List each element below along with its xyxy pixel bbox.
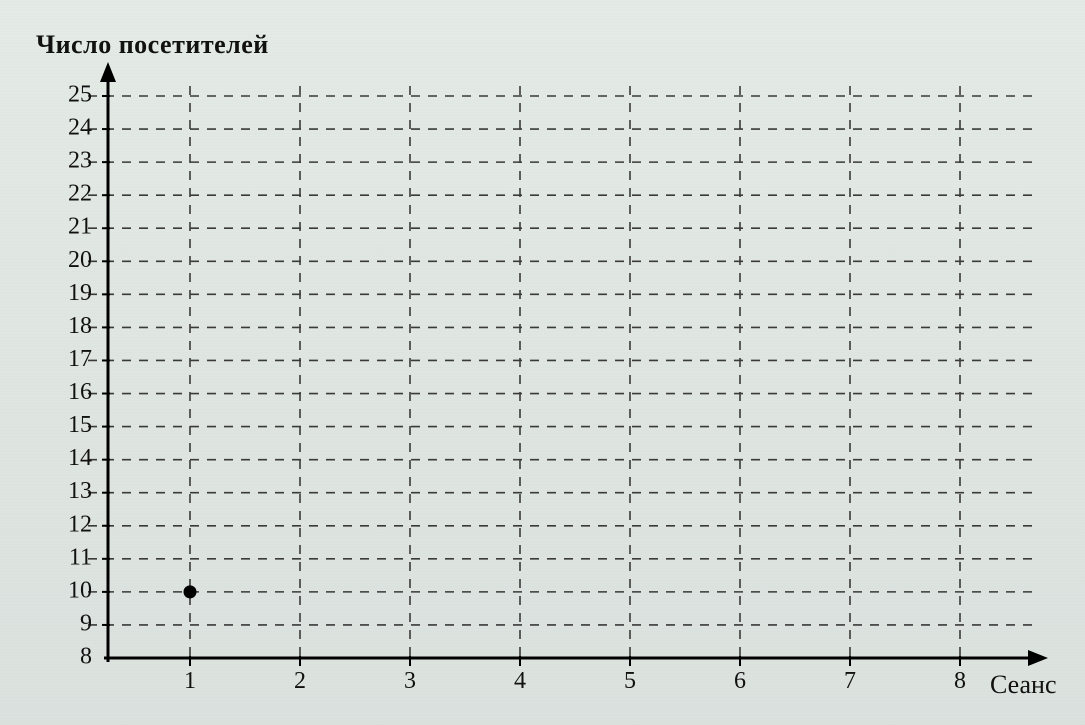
- chart-svg: 8910111213141516171819202122232425123456…: [0, 0, 1085, 725]
- x-tick-label: 8: [954, 668, 966, 694]
- y-tick-label: 16: [68, 379, 92, 405]
- x-tick-label: 3: [404, 668, 416, 694]
- x-axis-label: Сеанс: [990, 670, 1057, 700]
- y-tick-label: 17: [68, 346, 92, 372]
- y-tick-label: 25: [68, 82, 92, 108]
- y-tick-label: 22: [68, 181, 92, 207]
- y-tick-label: 12: [68, 511, 92, 537]
- x-tick-label: 6: [734, 668, 746, 694]
- y-tick-label: 8: [80, 644, 92, 670]
- x-axis-arrow: [1028, 650, 1048, 666]
- y-tick-label: 10: [68, 577, 92, 603]
- x-tick-label: 1: [184, 668, 196, 694]
- y-tick-label: 13: [68, 478, 92, 504]
- y-tick-label: 20: [68, 247, 92, 273]
- x-tick-label: 4: [514, 668, 526, 694]
- y-tick-label: 23: [68, 148, 92, 174]
- y-tick-label: 11: [69, 544, 92, 570]
- chart-container: Число посетителей 8910111213141516171819…: [0, 0, 1085, 725]
- y-tick-label: 21: [68, 214, 92, 240]
- data-point: [184, 585, 197, 598]
- y-axis-arrow: [100, 62, 116, 82]
- y-tick-labels: 8 9 10 11 12 13 14 15 16 17 18 19 20 21 22 23 24 25: [68, 82, 92, 670]
- x-tick-label: 5: [624, 668, 636, 694]
- y-tick-label: 18: [68, 313, 92, 339]
- y-tick-label: 14: [68, 445, 92, 471]
- x-tick-labels: 1 2 3 4 5 6 7 8: [184, 668, 966, 694]
- y-tick-label: 9: [80, 610, 92, 636]
- y-tick-label: 15: [68, 412, 92, 438]
- x-tick-label: 7: [844, 668, 856, 694]
- y-tick-label: 19: [68, 280, 92, 306]
- y-tick-label: 24: [68, 115, 92, 141]
- x-tick-label: 2: [294, 668, 306, 694]
